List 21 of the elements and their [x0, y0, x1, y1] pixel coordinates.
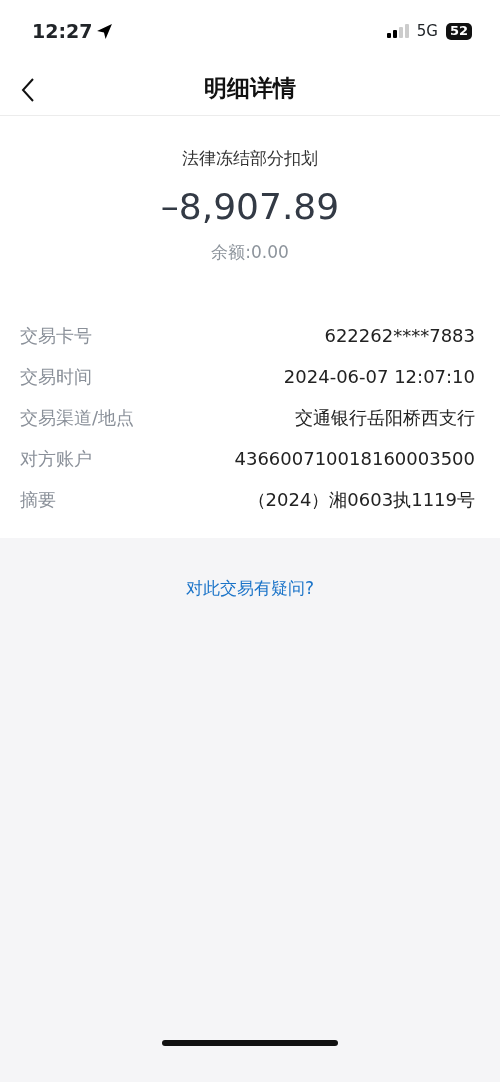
signal-icon	[386, 24, 409, 38]
detail-value: 622262****7883	[324, 324, 475, 348]
balance-text: 余额:0.00	[211, 240, 289, 264]
network-label: 5G	[416, 20, 438, 42]
clock-time: 12:27	[32, 18, 93, 44]
transaction-amount: –8,907.89	[160, 184, 340, 229]
detail-value: （2024）湘0603执1119号	[247, 488, 475, 512]
battery-icon: 52	[445, 22, 472, 40]
transaction-type: 法律冻结部分扣划	[182, 147, 318, 170]
location-arrow-icon	[96, 22, 114, 40]
detail-label: 对方账户	[20, 447, 92, 471]
back-icon[interactable]	[20, 77, 36, 103]
detail-label: 交易卡号	[20, 324, 92, 348]
detail-label: 交易时间	[20, 365, 92, 389]
inquiry-link[interactable]: 对此交易有疑问?	[186, 576, 314, 602]
detail-label: 摘要	[20, 488, 56, 512]
detail-value: 2024-06-07 12:07:10	[283, 365, 475, 389]
detail-value: 交通银行岳阳桥西支行	[295, 406, 475, 430]
detail-label: 交易渠道/地点	[20, 406, 135, 430]
detail-value: 436600710018160003500	[234, 447, 475, 471]
page-title: 明细详情	[204, 74, 296, 104]
